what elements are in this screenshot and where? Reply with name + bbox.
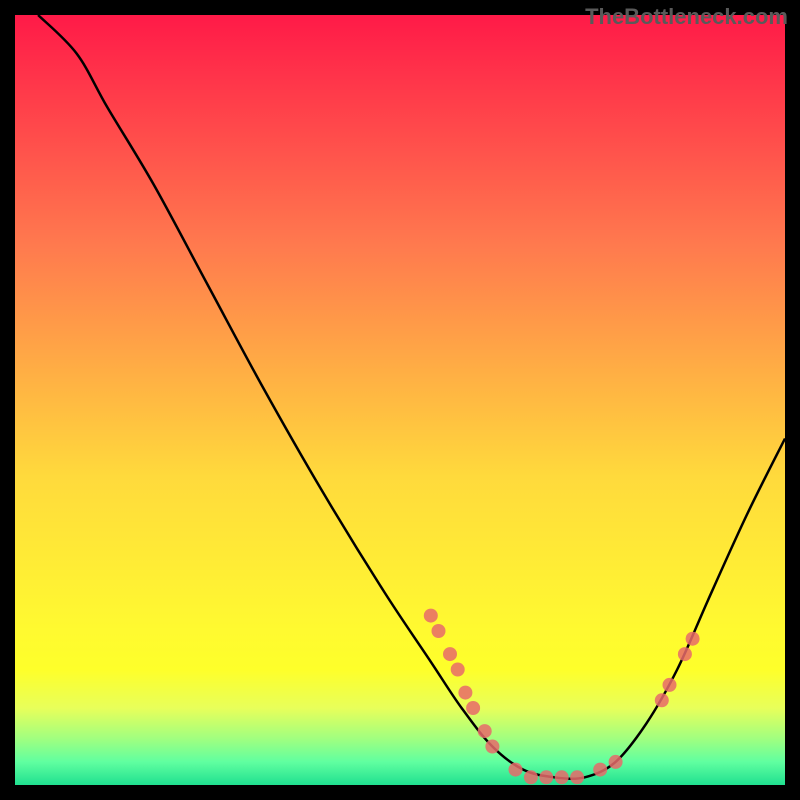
data-marker [458, 686, 472, 700]
data-marker [509, 763, 523, 777]
chart-plot-area [15, 15, 785, 785]
data-marker [655, 693, 669, 707]
watermark-text: TheBottleneck.com [585, 4, 788, 30]
data-marker [539, 770, 553, 784]
data-marker [678, 647, 692, 661]
data-marker [555, 770, 569, 784]
chart-overlay [15, 15, 785, 785]
data-marker [609, 755, 623, 769]
data-marker [570, 770, 584, 784]
data-marker [443, 647, 457, 661]
data-marker [432, 624, 446, 638]
data-marker [593, 763, 607, 777]
data-marker [466, 701, 480, 715]
data-marker [663, 678, 677, 692]
data-marker [478, 724, 492, 738]
data-marker [451, 663, 465, 677]
data-marker [524, 770, 538, 784]
bottleneck-curve [38, 15, 785, 779]
data-marker [686, 632, 700, 646]
data-marker [485, 740, 499, 754]
data-markers [424, 609, 700, 785]
data-marker [424, 609, 438, 623]
